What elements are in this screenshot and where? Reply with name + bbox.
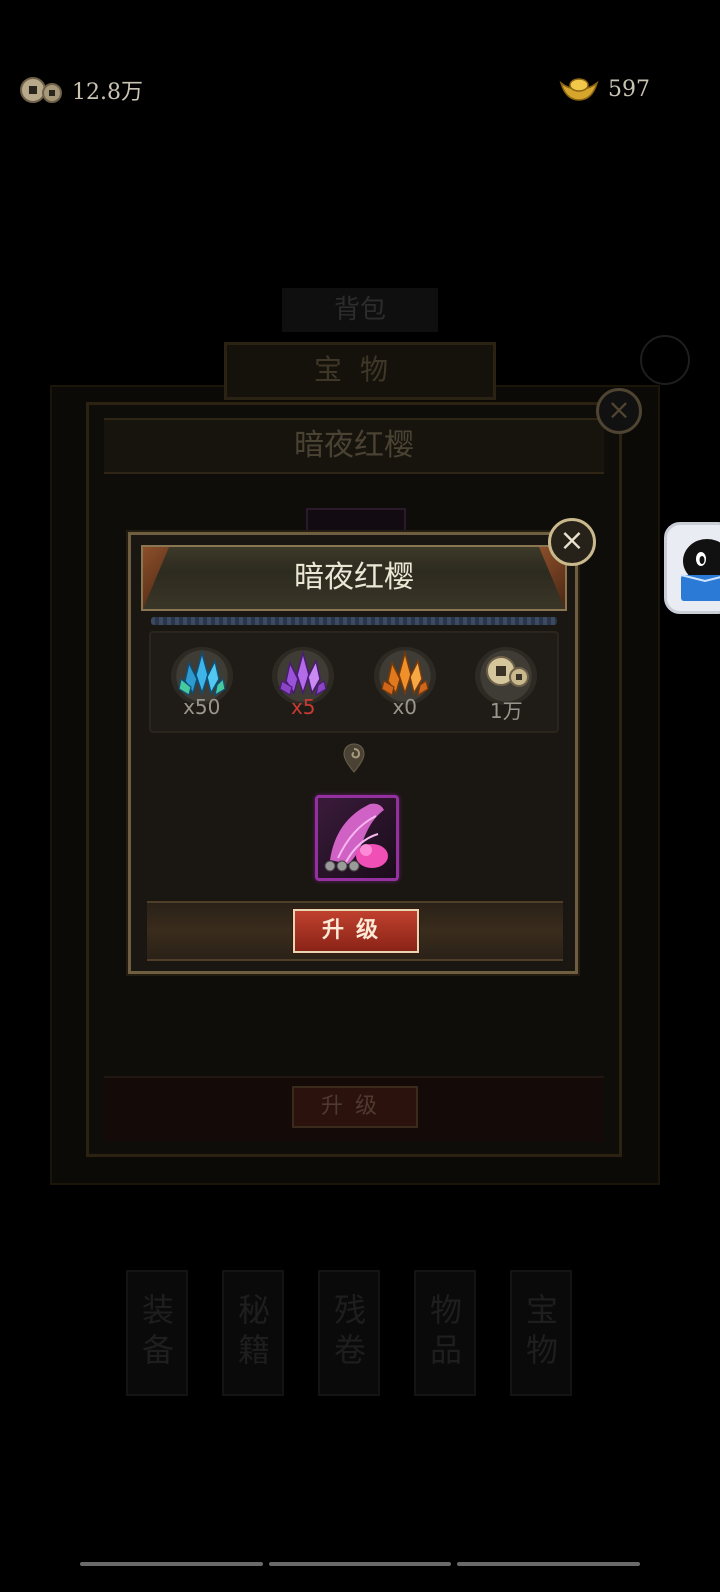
orange-crystal-icon bbox=[381, 650, 429, 697]
material-item[interactable]: x5 bbox=[268, 647, 338, 727]
material-quantity: x0 bbox=[392, 695, 418, 719]
bg-close-icon: × bbox=[596, 388, 642, 434]
material-item[interactable]: x50 bbox=[167, 647, 237, 727]
material-quantity: x50 bbox=[183, 695, 221, 719]
dialog-title-bar: 暗夜红樱 bbox=[141, 545, 567, 611]
material-quantity: 1万 bbox=[489, 699, 523, 723]
bg-category-tabs: 装备 秘籍 残卷 物品 宝物 bbox=[126, 1270, 586, 1400]
item-slot[interactable] bbox=[315, 795, 399, 881]
floating-assistant-icon[interactable] bbox=[664, 522, 720, 614]
bg-title: 暗夜红樱 bbox=[104, 418, 604, 474]
upgrade-dialog: 暗夜红樱 x50 x5 x0 1万 升级 bbox=[128, 532, 578, 974]
material-quantity: x5 bbox=[290, 695, 316, 719]
close-icon[interactable]: × bbox=[548, 518, 596, 566]
bg-tab-treasure: 宝物 bbox=[224, 342, 496, 400]
bg-category-tab: 物品 bbox=[414, 1270, 476, 1396]
bg-category-tab: 装备 bbox=[126, 1270, 188, 1396]
bg-circle bbox=[640, 335, 690, 385]
pink-wing-icon bbox=[324, 803, 388, 872]
material-item[interactable]: x0 bbox=[370, 647, 440, 727]
upgrade-button[interactable]: 升级 bbox=[293, 909, 419, 953]
bg-category-tab: 宝物 bbox=[510, 1270, 572, 1396]
copper-coin-icon bbox=[486, 656, 530, 687]
location-marker-icon bbox=[343, 743, 365, 773]
blue-crystal-icon bbox=[178, 650, 226, 697]
material-item[interactable]: 1万 bbox=[471, 647, 541, 727]
bg-top-tab: 背包 bbox=[282, 288, 438, 332]
home-indicator bbox=[80, 1562, 641, 1566]
purple-crystal-icon bbox=[279, 650, 327, 697]
materials-list: x50 x5 x0 1万 bbox=[149, 631, 559, 733]
penguin-icon bbox=[680, 539, 720, 601]
dialog-title: 暗夜红樱 bbox=[294, 560, 414, 595]
dialog-divider bbox=[151, 617, 557, 625]
bg-upgrade-button: 升级 bbox=[292, 1086, 418, 1128]
bg-category-tab: 残卷 bbox=[318, 1270, 380, 1396]
bg-category-tab: 秘籍 bbox=[222, 1270, 284, 1396]
